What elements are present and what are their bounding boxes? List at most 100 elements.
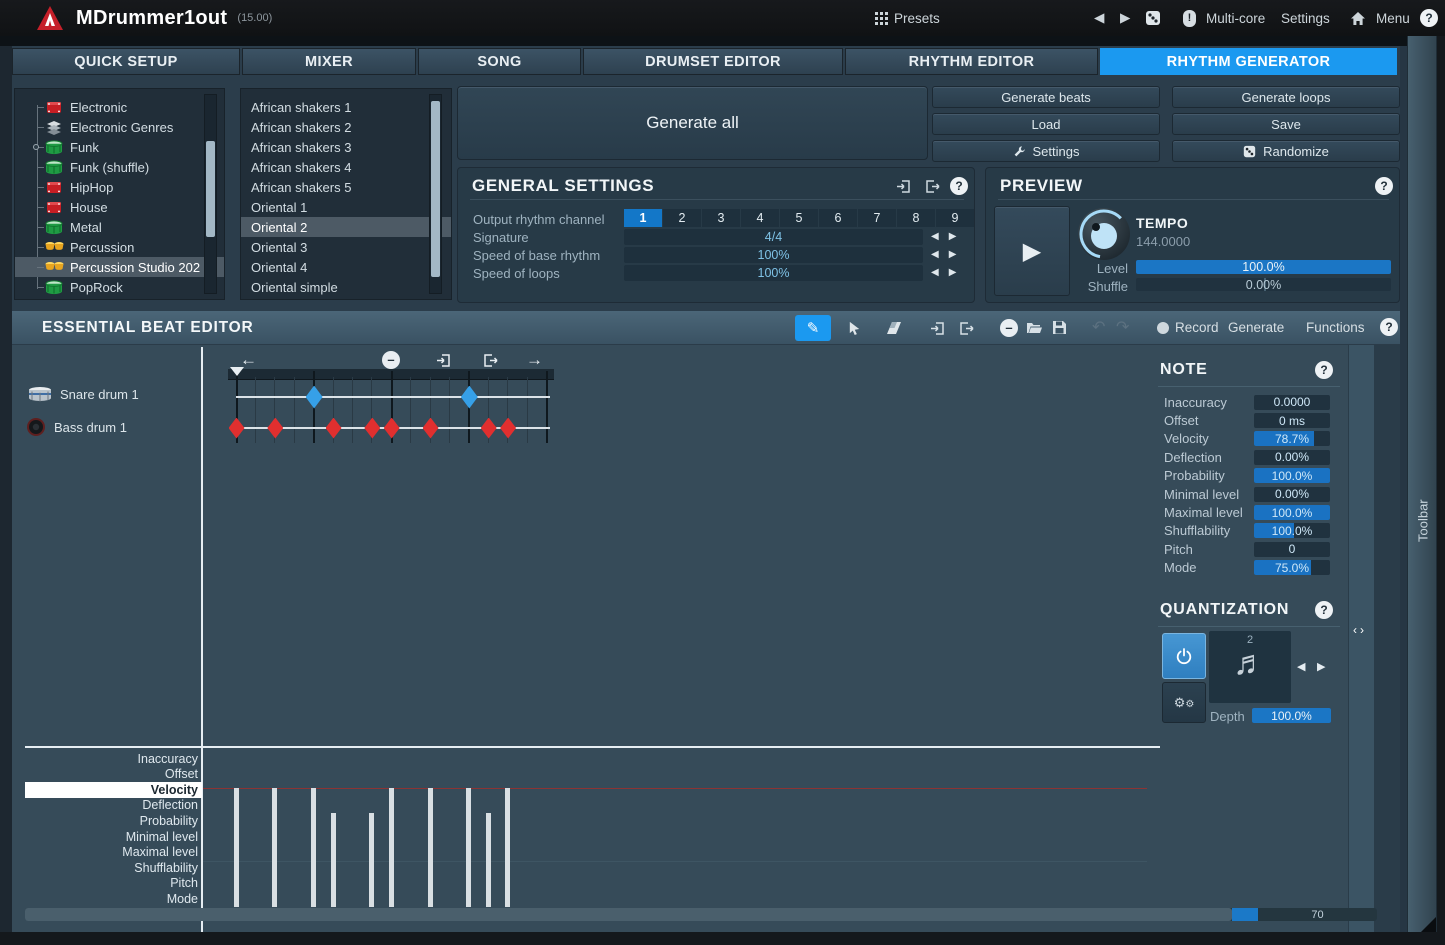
category-item[interactable]: Percussion [15, 237, 224, 257]
channel-5[interactable]: 5 [780, 209, 818, 227]
select-tool-button[interactable] [836, 315, 872, 341]
copy-icon[interactable] [924, 178, 941, 195]
velocity-bar-step-0[interactable] [234, 788, 239, 907]
velocity-bar-step-4[interactable] [311, 788, 316, 907]
tab-song[interactable]: SONG [418, 48, 581, 75]
help-icon[interactable]: ? [1420, 0, 1438, 36]
note-row-slider[interactable]: 0 [1254, 542, 1330, 557]
channel-6[interactable]: 6 [819, 209, 857, 227]
note-row-slider[interactable]: 0 ms [1254, 413, 1330, 428]
next-preset-button[interactable]: ▶ [1120, 0, 1130, 36]
velocity-bar-step-8[interactable] [389, 788, 394, 907]
lane-param-mode[interactable]: Mode [25, 891, 202, 907]
category-item[interactable]: Funk [15, 137, 224, 157]
step-down-icon[interactable]: ◀ [931, 231, 949, 242]
lane-param-deflection[interactable]: Deflection [25, 798, 202, 814]
preset-scrollbar[interactable] [429, 94, 442, 294]
lane-param-offset[interactable]: Offset [25, 767, 202, 783]
note-row-slider[interactable]: 0.00% [1254, 450, 1330, 465]
velocity-bar-step-14[interactable] [505, 788, 510, 907]
generate-beats-button[interactable]: Generate beats [932, 86, 1160, 108]
generator-settings-button[interactable]: Settings [932, 140, 1160, 162]
clear-icon[interactable]: – [1000, 319, 1018, 337]
scroll-right-icon[interactable]: → [526, 350, 543, 370]
setting-value-slider[interactable]: 4/4 [624, 229, 923, 245]
note-row-slider[interactable]: 75.0% [1254, 560, 1330, 575]
stepper-arrows[interactable]: ◀▶ [931, 231, 966, 242]
velocity-bar-step-13[interactable] [486, 813, 491, 907]
channel-7[interactable]: 7 [858, 209, 896, 227]
redo-icon[interactable]: ↷ [1116, 317, 1129, 337]
copy-rhythm-icon[interactable] [958, 320, 975, 337]
generate-button[interactable]: Generate [1228, 320, 1284, 335]
tab-mixer[interactable]: MIXER [242, 48, 416, 75]
quantization-settings-button[interactable]: ⚙⚙ [1162, 682, 1206, 723]
category-item[interactable]: Funk (shuffle) [15, 157, 224, 177]
quantization-next-icon[interactable]: ▶ [1317, 660, 1325, 673]
note-red[interactable] [364, 418, 380, 439]
lane-param-pitch[interactable]: Pitch [25, 875, 202, 891]
note-red[interactable] [481, 418, 497, 439]
velocity-bar-step-5[interactable] [331, 813, 336, 907]
step-down-icon[interactable]: ◀ [931, 249, 949, 260]
channel-4[interactable]: 4 [741, 209, 779, 227]
paste-rhythm-icon[interactable] [930, 320, 947, 337]
step-up-icon[interactable]: ▶ [949, 231, 967, 242]
rhythm-preset-list[interactable]: African shakers 1African shakers 2Africa… [240, 88, 452, 300]
step-up-icon[interactable]: ▶ [949, 249, 967, 260]
lane-param-maximal-level[interactable]: Maximal level [25, 844, 202, 860]
tempo-value[interactable]: 144.0000 [1136, 234, 1190, 249]
lane-param-minimal-level[interactable]: Minimal level [25, 829, 202, 845]
lane-param-inaccuracy[interactable]: Inaccuracy [25, 751, 202, 767]
preview-help-icon[interactable]: ? [1375, 177, 1393, 195]
copy-bar-icon[interactable] [482, 352, 499, 369]
paste-icon[interactable] [896, 178, 913, 195]
randomize-button[interactable]: Randomize [1172, 140, 1400, 162]
preset-item[interactable]: Oriental 1 [241, 197, 451, 217]
tab-quick-setup[interactable]: QUICK SETUP [12, 48, 240, 75]
horizontal-scrollbar[interactable]: 70 [25, 908, 1377, 921]
zoom-slider-thumb[interactable] [1232, 908, 1258, 921]
random-preset-button[interactable] [1145, 0, 1161, 36]
note-blue[interactable] [461, 386, 478, 409]
beat-editor-help-icon[interactable]: ? [1380, 318, 1398, 336]
tempo-knob[interactable] [1078, 208, 1130, 260]
record-button[interactable]: Record [1175, 320, 1219, 335]
quantization-prev-icon[interactable]: ◀ [1297, 660, 1305, 673]
note-row-slider[interactable]: 100.0% [1254, 523, 1330, 538]
save-file-icon[interactable] [1052, 320, 1069, 337]
note-row-slider[interactable]: 0.00% [1254, 487, 1330, 502]
preset-item[interactable]: Oriental 2 [241, 217, 451, 237]
track-label-bass[interactable]: Bass drum 1 [26, 417, 127, 437]
quantization-power-button[interactable] [1162, 633, 1206, 679]
toolbar-sidebar[interactable]: Toolbar [1407, 36, 1437, 932]
alert-icon[interactable]: ! [1183, 0, 1196, 36]
save-button[interactable]: Save [1172, 113, 1400, 135]
category-item[interactable]: PopRock [15, 277, 224, 297]
category-item[interactable]: Percussion Studio 202 [15, 257, 224, 277]
category-scrollbar-thumb[interactable] [206, 141, 215, 237]
category-item[interactable]: House [15, 197, 224, 217]
tab-rhythm-editor[interactable]: RHYTHM EDITOR [845, 48, 1098, 75]
paste-bar-icon[interactable] [436, 352, 453, 369]
channel-1[interactable]: 1 [624, 209, 662, 227]
generate-loops-button[interactable]: Generate loops [1172, 86, 1400, 108]
category-item[interactable]: Electronic [15, 97, 224, 117]
note-row-slider[interactable]: 100.0% [1254, 468, 1330, 483]
preset-scrollbar-thumb[interactable] [431, 101, 440, 277]
category-item[interactable]: Electronic Genres [15, 117, 224, 137]
velocity-bar-step-2[interactable] [272, 788, 277, 907]
level-slider[interactable]: 100.0% [1136, 260, 1391, 274]
step-down-icon[interactable]: ◀ [931, 267, 949, 278]
tree-node-icon[interactable] [33, 144, 39, 150]
lane-param-probability[interactable]: Probability [25, 813, 202, 829]
preset-item[interactable]: Oriental 4 [241, 257, 451, 277]
track-label-snare[interactable]: Snare drum 1 [28, 386, 139, 403]
generate-all-button[interactable]: Generate all [457, 86, 928, 160]
record-icon[interactable] [1157, 322, 1169, 334]
note-red[interactable] [423, 418, 439, 439]
setting-value-slider[interactable]: 100% [624, 247, 923, 263]
category-item[interactable]: HipHop [15, 177, 224, 197]
rhythm-category-list[interactable]: ElectronicElectronic GenresFunkFunk (shu… [14, 88, 225, 300]
load-button[interactable]: Load [932, 113, 1160, 135]
